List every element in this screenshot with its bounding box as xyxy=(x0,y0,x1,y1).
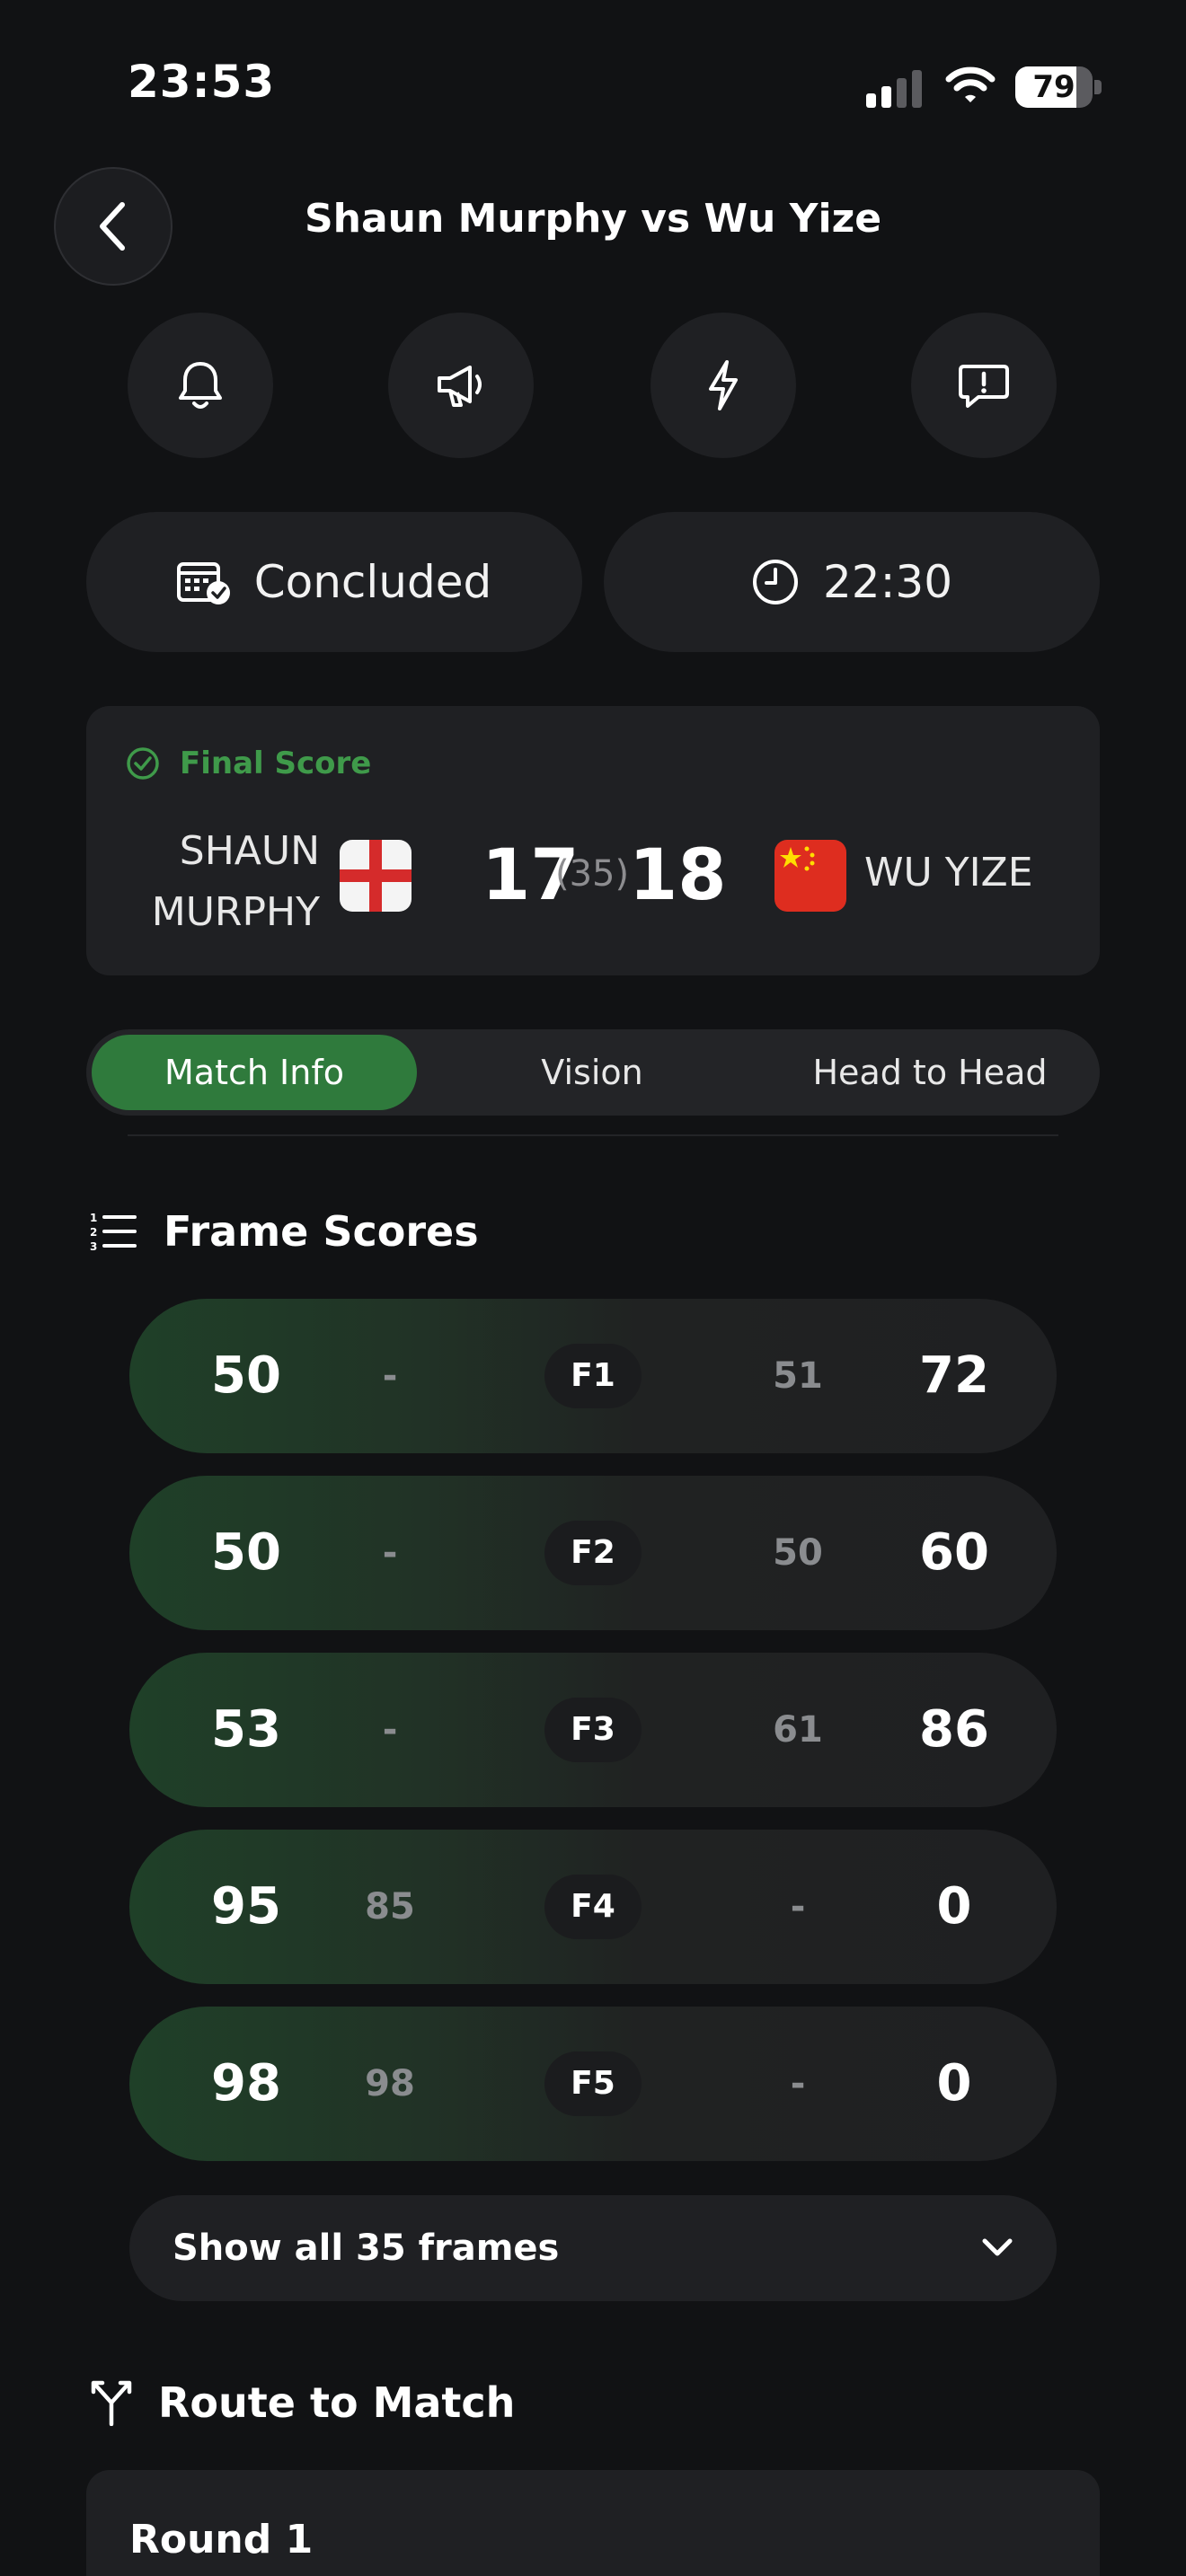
frame-label: F1 xyxy=(544,1344,642,1408)
bell-icon xyxy=(179,362,222,409)
player-left-last: MURPHY xyxy=(151,889,320,935)
frame-left-score: 50 xyxy=(211,1523,281,1582)
report-icon xyxy=(959,365,1009,408)
battery-percent: 79 xyxy=(1032,69,1075,105)
player-left-name[interactable]: SHAUN MURPHY xyxy=(126,821,320,943)
svg-text:1: 1 xyxy=(90,1212,97,1224)
frame-left-break: - xyxy=(382,1355,398,1397)
england-flag-icon xyxy=(340,840,412,912)
frame-left-score: 50 xyxy=(211,1346,281,1405)
chevron-down-icon xyxy=(982,2238,1013,2256)
show-all-frames-button[interactable]: Show all 35 frames xyxy=(129,2195,1057,2301)
frame-right-score: 86 xyxy=(919,1700,989,1759)
wifi-icon xyxy=(945,66,996,102)
frame-right-score: 72 xyxy=(919,1346,989,1405)
match-time-text: 22:30 xyxy=(822,556,953,608)
clock-icon xyxy=(752,560,798,604)
frame-row[interactable]: 50 - F2 50 60 xyxy=(129,1476,1057,1630)
frame-right-break: - xyxy=(790,2063,806,2104)
frame-left-break: - xyxy=(382,1532,398,1574)
frame-left-score: 95 xyxy=(211,1877,281,1936)
chevron-left-icon xyxy=(100,202,125,251)
player-right-name[interactable]: WU YIZE xyxy=(864,850,1033,895)
frame-left-break: - xyxy=(382,1709,398,1751)
final-score-title: Final Score xyxy=(180,745,372,781)
tab-vision[interactable]: Vision xyxy=(426,1035,758,1110)
frame-row[interactable]: 98 98 F5 - 0 xyxy=(129,2007,1057,2161)
frame-label: F4 xyxy=(544,1875,642,1939)
frame-right-score: 0 xyxy=(936,2054,972,2113)
route-to-match-title: Route to Match xyxy=(158,2378,516,2427)
announcement-button[interactable] xyxy=(388,313,534,458)
notifications-button[interactable] xyxy=(128,313,273,458)
frame-scores-title: Frame Scores xyxy=(164,1207,479,1256)
match-status-pill: Concluded xyxy=(86,512,582,652)
frame-left-score: 98 xyxy=(211,2054,281,2113)
frame-left-break: 85 xyxy=(365,1886,415,1928)
match-status-text: Concluded xyxy=(253,556,492,608)
numbered-list-icon: 1 2 3 xyxy=(90,1212,137,1253)
tab-head-to-head[interactable]: Head to Head xyxy=(767,1035,1093,1110)
cellular-signal-icon xyxy=(866,70,922,108)
lightning-icon xyxy=(709,360,738,410)
frame-right-score: 60 xyxy=(919,1523,989,1582)
frame-row[interactable]: 95 85 F4 - 0 xyxy=(129,1830,1057,1984)
frame-right-break: 51 xyxy=(773,1355,823,1397)
frame-right-break: 61 xyxy=(773,1709,823,1751)
frame-right-score: 0 xyxy=(936,1877,972,1936)
tab-match-info[interactable]: Match Info xyxy=(92,1035,417,1110)
final-score-label: Final Score xyxy=(126,745,371,781)
match-time-pill: 22:30 xyxy=(604,512,1100,652)
best-of-frames: (35) xyxy=(555,853,630,895)
back-button[interactable] xyxy=(54,167,173,286)
score-right: 18 xyxy=(629,835,727,916)
megaphone-icon xyxy=(438,366,482,407)
frame-row[interactable]: 53 - F3 61 86 xyxy=(129,1653,1057,1807)
route-to-match-heading: Route to Match xyxy=(90,2378,515,2427)
frame-row[interactable]: 50 - F1 51 72 xyxy=(129,1299,1057,1453)
frame-right-break: 50 xyxy=(773,1532,823,1574)
calendar-check-icon xyxy=(176,562,230,604)
route-split-icon xyxy=(91,2380,132,2426)
battery-icon: 79 xyxy=(1015,66,1102,108)
check-circle-icon xyxy=(127,747,159,780)
round-title: Round 1 xyxy=(129,2517,314,2563)
report-button[interactable] xyxy=(911,313,1057,458)
live-updates-button[interactable] xyxy=(651,313,796,458)
china-flag-icon xyxy=(774,840,846,912)
frame-right-break: - xyxy=(790,1886,806,1928)
frame-label: F3 xyxy=(544,1698,642,1762)
frame-left-break: 98 xyxy=(365,2063,415,2104)
frame-scores-heading: 1 2 3 Frame Scores xyxy=(90,1207,479,1256)
divider xyxy=(128,1134,1058,1136)
svg-text:3: 3 xyxy=(90,1240,97,1253)
status-time: 23:53 xyxy=(128,56,276,108)
frame-label: F5 xyxy=(544,2051,642,2116)
show-all-frames-label: Show all 35 frames xyxy=(173,2228,560,2269)
page-title: Shaun Murphy vs Wu Yize xyxy=(304,196,882,242)
match-detail-screen: 23:53 79 Shaun Murphy vs Wu Yize Conclud… xyxy=(0,0,1186,2576)
player-left-first: SHAUN xyxy=(179,828,320,874)
frame-left-score: 53 xyxy=(211,1700,281,1759)
svg-text:2: 2 xyxy=(90,1226,97,1239)
frame-label: F2 xyxy=(544,1521,642,1585)
